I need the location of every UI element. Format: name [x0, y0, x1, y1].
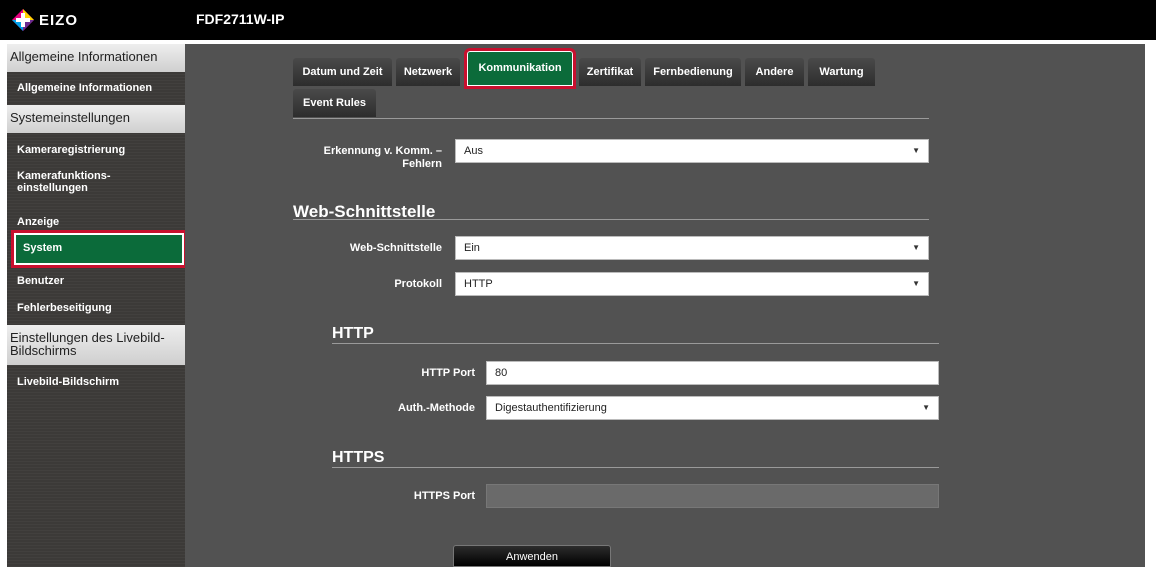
- section-divider: [293, 219, 929, 220]
- sidebar-section-live-view-settings[interactable]: Einstellungen des Livebild-Bildschirms: [7, 325, 185, 365]
- tab-event-rules[interactable]: Event Rules: [293, 89, 376, 117]
- web-interface-label: Web-Schnittstelle: [349, 242, 442, 254]
- chevron-down-icon: ▼: [922, 403, 930, 412]
- sidebar-item-general-info[interactable]: Allgemeine Informationen: [7, 82, 185, 94]
- sidebar-item-users[interactable]: Benutzer: [7, 275, 185, 287]
- auth-method-label: Auth.-Methode: [398, 402, 475, 414]
- http-port-label: HTTP Port: [421, 367, 475, 379]
- chevron-down-icon: ▼: [912, 279, 920, 288]
- web-interface-value: Ein: [464, 242, 480, 254]
- protocol-label: Protokoll: [394, 278, 442, 290]
- device-title: FDF2711W-IP: [196, 11, 285, 27]
- https-section-title: HTTPS: [332, 449, 385, 466]
- http-port-input[interactable]: 80: [486, 361, 939, 385]
- section-divider: [332, 467, 939, 468]
- top-bar: EIZO FDF2711W-IP: [0, 0, 1156, 40]
- tab-maintenance[interactable]: Wartung: [808, 58, 875, 86]
- error-detection-label: Erkennung v. Komm. – Fehlern: [323, 145, 442, 170]
- logo-text: EIZO: [39, 12, 79, 29]
- protocol-value: HTTP: [464, 278, 493, 290]
- http-section-title: HTTP: [332, 325, 374, 342]
- chevron-down-icon: ▼: [912, 243, 920, 252]
- error-detection-select[interactable]: Aus ▼: [455, 139, 929, 163]
- protocol-select[interactable]: HTTP ▼: [455, 272, 929, 296]
- auth-method-select[interactable]: Digestauthentifizierung ▼: [486, 396, 939, 420]
- sidebar-section-system-settings[interactable]: Systemeinstellungen: [7, 105, 185, 133]
- sidebar-item-camera-registration[interactable]: Kameraregistrierung: [7, 144, 185, 156]
- sidebar-item-system[interactable]: System: [11, 230, 187, 268]
- tab-remote-control[interactable]: Fernbedienung: [645, 58, 741, 86]
- tab-divider: [293, 118, 929, 119]
- chevron-down-icon: ▼: [912, 146, 920, 155]
- section-divider: [332, 343, 939, 344]
- sidebar-item-troubleshooting[interactable]: Fehlerbeseitigung: [7, 302, 185, 314]
- sidebar-item-camera-function-settings[interactable]: Kamerafunktions-einstellungen: [7, 170, 157, 194]
- web-interface-select[interactable]: Ein ▼: [455, 236, 929, 260]
- tab-communication[interactable]: Kommunikation: [464, 48, 576, 89]
- sidebar: Allgemeine Informationen Allgemeine Info…: [7, 44, 187, 567]
- eizo-logo: EIZO: [11, 8, 111, 32]
- https-port-label: HTTPS Port: [413, 490, 475, 502]
- error-detection-value: Aus: [464, 145, 483, 157]
- apply-button[interactable]: Anwenden: [453, 545, 611, 567]
- https-port-input[interactable]: [486, 484, 939, 508]
- tab-certificate[interactable]: Zertifikat: [579, 58, 641, 86]
- sidebar-section-general[interactable]: Allgemeine Informationen: [7, 44, 185, 72]
- tab-network[interactable]: Netzwerk: [396, 58, 460, 86]
- eizo-logo-icon: [12, 9, 34, 31]
- tab-other[interactable]: Andere: [745, 58, 804, 86]
- tab-date-time[interactable]: Datum und Zeit: [293, 58, 392, 86]
- auth-method-value: Digestauthentifizierung: [495, 402, 607, 414]
- sidebar-item-display[interactable]: Anzeige: [7, 216, 185, 228]
- sidebar-item-live-view[interactable]: Livebild-Bildschirm: [7, 376, 185, 388]
